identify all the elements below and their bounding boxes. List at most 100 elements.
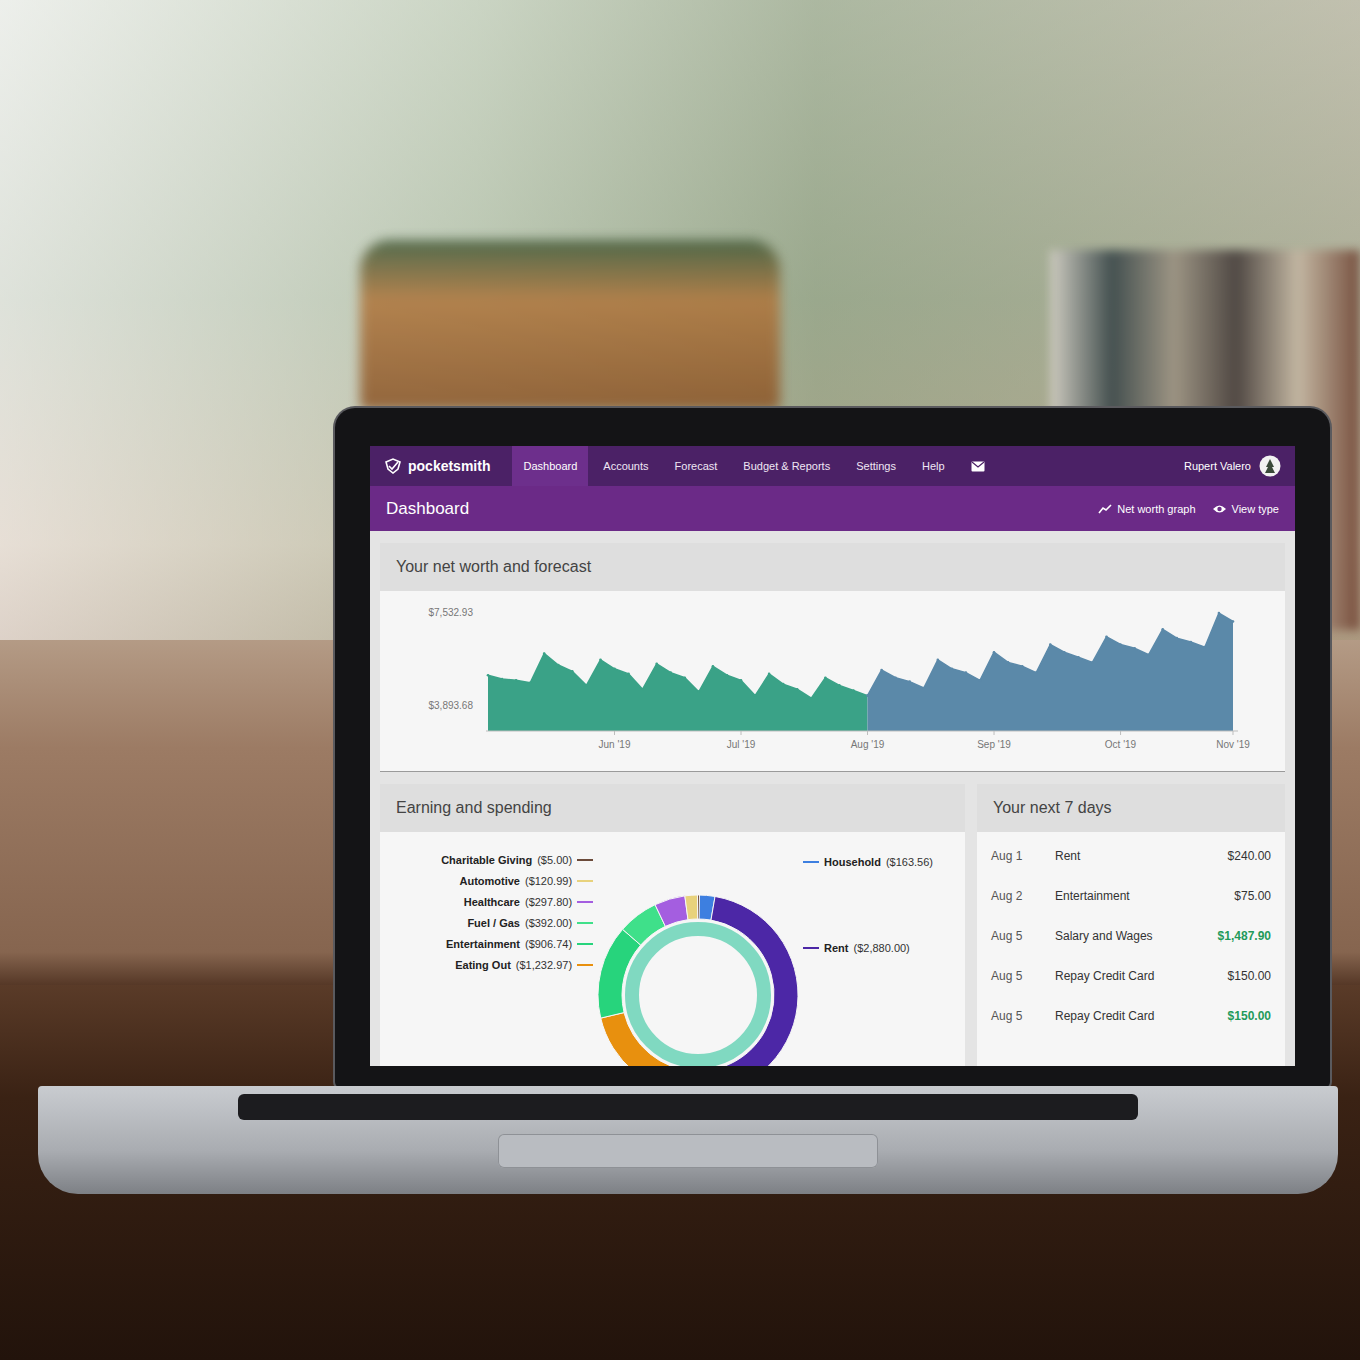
- net-worth-graph-button[interactable]: Net worth graph: [1098, 503, 1195, 515]
- upcoming-row[interactable]: Aug 2Entertainment$75.00: [991, 876, 1271, 916]
- data-point[interactable]: [1049, 643, 1052, 646]
- data-point[interactable]: [768, 673, 771, 676]
- upcoming-row[interactable]: Aug 5Repay Credit Card$150.00: [991, 956, 1271, 996]
- data-point[interactable]: [796, 688, 799, 691]
- nav-tab[interactable]: Forecast: [664, 446, 729, 486]
- data-point[interactable]: [515, 679, 518, 682]
- data-point[interactable]: [1218, 612, 1221, 615]
- data-point[interactable]: [1105, 636, 1108, 639]
- data-point[interactable]: [641, 688, 644, 691]
- legend-item[interactable]: Charitable Giving($5.00): [441, 854, 593, 866]
- data-point[interactable]: [613, 668, 616, 671]
- logo[interactable]: pocketsmith: [384, 446, 490, 486]
- spending-donut-chart[interactable]: [593, 890, 803, 1066]
- laptop-base: [38, 1086, 1338, 1194]
- legend-item[interactable]: Eating Out($1,232.97): [455, 959, 593, 971]
- legend-label: Entertainment: [446, 938, 520, 950]
- x-tick-label: Oct '19: [1105, 739, 1137, 750]
- row-amount: $150.00: [1228, 1009, 1271, 1023]
- data-point[interactable]: [951, 668, 954, 671]
- data-point[interactable]: [1091, 661, 1094, 664]
- data-point[interactable]: [1063, 651, 1066, 654]
- legend-item[interactable]: Household($163.56): [803, 856, 933, 868]
- legend-item[interactable]: Fuel / Gas($392.00): [467, 917, 593, 929]
- data-point[interactable]: [894, 676, 897, 679]
- data-point[interactable]: [880, 669, 883, 672]
- data-point[interactable]: [1204, 646, 1207, 649]
- data-point[interactable]: [726, 674, 729, 677]
- legend-item[interactable]: Rent($2,880.00): [803, 942, 910, 954]
- data-point[interactable]: [810, 697, 813, 700]
- data-point[interactable]: [1232, 620, 1235, 623]
- data-point[interactable]: [1021, 665, 1024, 668]
- data-point[interactable]: [669, 671, 672, 674]
- data-point[interactable]: [1161, 628, 1164, 631]
- data-point[interactable]: [599, 659, 602, 662]
- avatar-icon[interactable]: [1259, 455, 1281, 477]
- laptop-lid: pocketsmithDashboardAccountsForecastBudg…: [335, 408, 1330, 1088]
- nav-tab[interactable]: Help: [911, 446, 956, 486]
- trackpad[interactable]: [498, 1134, 878, 1168]
- data-point[interactable]: [1190, 641, 1193, 644]
- data-point[interactable]: [740, 679, 743, 682]
- data-point[interactable]: [1147, 653, 1150, 656]
- data-point[interactable]: [754, 694, 757, 697]
- nav-tab[interactable]: Dashboard: [512, 446, 588, 486]
- logo-icon[interactable]: [384, 458, 402, 474]
- donut-segment[interactable]: [685, 895, 698, 920]
- data-point[interactable]: [852, 689, 855, 692]
- header-action-label: View type: [1232, 503, 1280, 515]
- data-point[interactable]: [782, 683, 785, 686]
- net-worth-chart: $7,532.93$3,893.68Jun '19Jul '19Aug '19S…: [380, 591, 1285, 772]
- data-point[interactable]: [993, 651, 996, 654]
- series-area: [868, 613, 1234, 731]
- nav-tab[interactable]: Accounts: [592, 446, 659, 486]
- legend-item[interactable]: Automotive($120.99): [459, 875, 593, 887]
- data-point[interactable]: [866, 694, 869, 697]
- data-point[interactable]: [824, 676, 827, 679]
- legend-item[interactable]: Entertainment($906.74): [446, 938, 593, 950]
- data-point[interactable]: [1176, 637, 1179, 640]
- data-point[interactable]: [684, 676, 687, 679]
- data-point[interactable]: [908, 680, 911, 683]
- data-point[interactable]: [965, 671, 968, 674]
- data-point[interactable]: [627, 673, 630, 676]
- data-point[interactable]: [866, 694, 869, 697]
- panel-title: Your net worth and forecast: [380, 543, 1285, 591]
- data-point[interactable]: [698, 691, 701, 694]
- data-point[interactable]: [838, 684, 841, 687]
- data-point[interactable]: [571, 670, 574, 673]
- data-point[interactable]: [1119, 643, 1122, 646]
- nav-tab[interactable]: Settings: [845, 446, 907, 486]
- upcoming-row[interactable]: Aug 5Repay Credit Card$150.00: [991, 996, 1271, 1036]
- data-point[interactable]: [487, 674, 490, 677]
- data-point[interactable]: [923, 687, 926, 690]
- page-header: DashboardNet worth graph View type: [370, 486, 1295, 531]
- data-point[interactable]: [585, 684, 588, 687]
- donut-segment[interactable]: [698, 895, 700, 919]
- row-name: Salary and Wages: [1055, 929, 1218, 943]
- upcoming-row[interactable]: Aug 5Salary and Wages$1,487.90: [991, 916, 1271, 956]
- donut-segment[interactable]: [655, 896, 688, 926]
- nav-tab[interactable]: Budget & Reports: [732, 446, 841, 486]
- data-point[interactable]: [501, 678, 504, 681]
- data-point[interactable]: [937, 659, 940, 662]
- earning-spending-panel: Earning and spendingCharitable Giving($5…: [380, 784, 965, 1066]
- data-point[interactable]: [543, 652, 546, 655]
- legend-item[interactable]: Healthcare($297.80): [464, 896, 593, 908]
- page-title: Dashboard: [386, 499, 1098, 519]
- view-type-button[interactable]: View type: [1212, 503, 1280, 515]
- data-point[interactable]: [1035, 671, 1038, 674]
- net-worth-area-chart[interactable]: $7,532.93$3,893.68Jun '19Jul '19Aug '19S…: [380, 591, 1285, 771]
- data-point[interactable]: [979, 679, 982, 682]
- mail-button[interactable]: [960, 446, 996, 486]
- upcoming-row[interactable]: Aug 1Rent$240.00: [991, 836, 1271, 876]
- data-point[interactable]: [529, 682, 532, 685]
- data-point[interactable]: [1007, 661, 1010, 664]
- data-point[interactable]: [1133, 647, 1136, 650]
- user-menu[interactable]: Rupert Valero: [1184, 446, 1281, 486]
- data-point[interactable]: [655, 662, 658, 665]
- data-point[interactable]: [1077, 656, 1080, 659]
- data-point[interactable]: [712, 665, 715, 668]
- data-point[interactable]: [557, 664, 560, 667]
